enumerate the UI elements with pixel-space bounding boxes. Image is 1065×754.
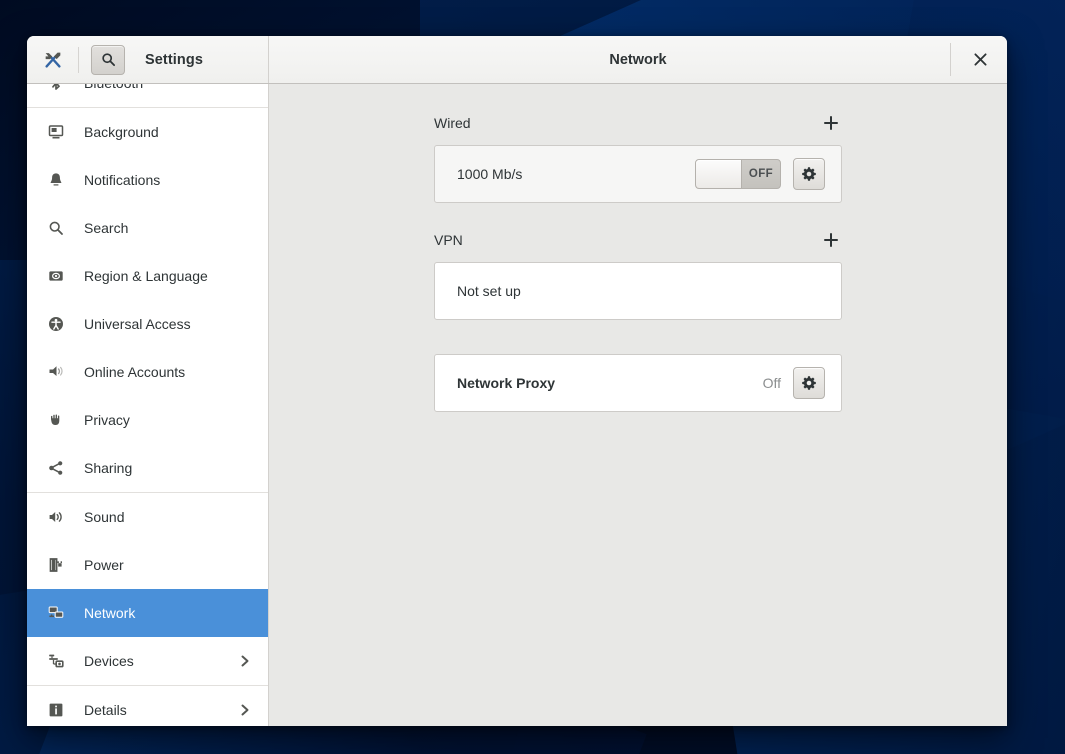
desktop: Settings Network Bluetooth Background Noti… [0,0,1065,754]
network-proxy-row[interactable]: Network Proxy Off [435,355,841,411]
plus-icon [824,116,838,130]
online-accounts-icon [47,364,64,381]
sidebar-item-label: Network [84,605,136,621]
bell-icon [47,172,64,189]
wired-section-header: Wired [434,110,842,136]
share-icon [47,460,64,477]
sidebar-item-online-accounts[interactable]: Online Accounts [27,348,268,396]
network-proxy-label: Network Proxy [457,375,556,391]
header-bar: Settings Network [27,36,1007,84]
sidebar-item-label: Sharing [84,460,133,476]
accessibility-icon [47,316,64,333]
wired-row: 1000 Mb/s OFF [435,146,841,202]
sidebar-item-label: Devices [84,653,134,669]
wired-settings-button[interactable] [793,158,825,190]
settings-window: Settings Network Bluetooth Background Noti… [27,36,1007,726]
panel-inner: Wired 1000 Mb/s OFF VPN Not set up Netwo… [434,110,842,412]
sidebar-item-label: Notifications [84,172,161,188]
page-title: Network [609,51,667,68]
network-proxy-settings-button[interactable] [793,367,825,399]
sidebar-item-network[interactable]: Network [27,589,268,637]
sidebar-item-label: Sound [84,509,125,525]
vpn-row: Not set up [435,263,841,319]
sidebar-item-privacy[interactable]: Privacy [27,396,268,444]
region-language-icon [47,268,64,285]
search-icon [101,53,115,67]
sidebar-item-search[interactable]: Search [27,204,268,252]
network-panel: Wired 1000 Mb/s OFF VPN Not set up Netwo… [269,84,1007,726]
bluetooth-icon [47,84,64,92]
sidebar-item-label: Background [84,124,159,140]
sidebar-item-details[interactable]: Details [27,686,268,726]
wired-title: Wired [434,115,471,131]
chevron-right-icon [238,654,252,668]
sidebar: Bluetooth Background Notifications Search Re… [27,84,269,726]
background-icon [47,124,64,141]
header-left-section: Settings [27,36,269,83]
header-right-section: Network [269,36,1007,83]
plus-icon [824,233,838,247]
sidebar-item-label: Search [84,220,129,236]
toggle-state-label: OFF [748,168,774,180]
speaker-icon [47,509,64,526]
sidebar-item-label: Online Accounts [84,364,186,380]
add-wired-button[interactable] [820,112,842,134]
gear-icon [802,376,816,390]
vpn-status: Not set up [457,283,521,299]
close-icon [973,53,987,66]
header-divider [78,46,79,73]
wired-toggle[interactable]: OFF [695,159,781,189]
network-proxy-card: Network Proxy Off [434,354,842,412]
search-button[interactable] [91,44,125,75]
toggle-knob [696,160,742,188]
search-icon [47,220,64,237]
vpn-card: Not set up [434,262,842,320]
vpn-section-header: VPN [434,227,842,253]
sidebar-item-universal-access[interactable]: Universal Access [27,300,268,348]
add-vpn-button[interactable] [820,229,842,251]
power-plug-icon [47,557,64,574]
sidebar-item-power[interactable]: Power [27,541,268,589]
tools-icon [40,47,66,73]
sidebar-list: Bluetooth Background Notifications Search Re… [27,84,268,726]
wired-speed: 1000 Mb/s [457,166,523,182]
sidebar-item-sound[interactable]: Sound [27,493,268,541]
hand-icon [47,412,64,429]
devices-icon [47,653,64,670]
chevron-right-icon [238,703,252,717]
sidebar-item-label: Universal Access [84,316,191,332]
sidebar-item-label: Region & Language [84,268,208,284]
sidebar-item-notifications[interactable]: Notifications [27,156,268,204]
app-title: Settings [145,51,203,68]
window-body: Bluetooth Background Notifications Search Re… [27,84,1007,726]
sidebar-item-label: Privacy [84,412,130,428]
sidebar-item-label: Power [84,557,124,573]
sidebar-item-label: Bluetooth [84,84,252,91]
info-icon [47,702,64,719]
sidebar-item-region-language[interactable]: Region & Language [27,252,268,300]
close-button[interactable] [967,47,993,73]
sidebar-item-background[interactable]: Background [27,108,268,156]
network-icon [47,605,64,622]
close-button-area [950,43,1007,76]
gear-icon [802,167,816,181]
network-proxy-value: Off [762,375,781,391]
vpn-title: VPN [434,232,463,248]
wired-card: 1000 Mb/s OFF [434,145,842,203]
sidebar-item-bluetooth[interactable]: Bluetooth [27,84,268,107]
sidebar-item-sharing[interactable]: Sharing [27,444,268,492]
sidebar-item-devices[interactable]: Devices [27,637,268,685]
sidebar-item-label: Details [84,702,127,718]
